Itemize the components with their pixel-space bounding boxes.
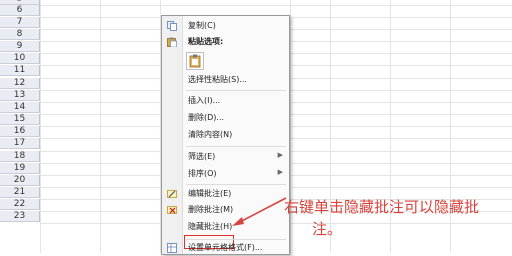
- menu-item-copy[interactable]: 复制(C): [162, 18, 290, 34]
- paste-option-button[interactable]: [186, 52, 204, 70]
- menu-item-sort[interactable]: 排序(O) ▶: [162, 166, 290, 182]
- copy-icon: [167, 21, 177, 31]
- menu-item-label: 筛选(E): [188, 152, 216, 161]
- annotation-text-line1: 右键单击隐藏批注可以隐藏批: [284, 198, 480, 216]
- menu-item-label: 隐藏批注(H): [188, 222, 233, 231]
- row-gridline: [40, 5, 512, 6]
- menu-item-paste-special[interactable]: 选择性粘贴(S)...: [162, 72, 290, 88]
- menu-item-label: 选择性粘贴(S)...: [188, 75, 247, 84]
- row-header[interactable]: 14: [0, 102, 40, 113]
- menu-separator: [186, 184, 286, 185]
- menu-item-label: 插入(I)...: [188, 96, 221, 105]
- menu-item-paste-options: 粘贴选项:: [162, 34, 290, 50]
- row-header[interactable]: 18: [0, 151, 40, 162]
- paste-clipboard-icon: [189, 54, 201, 68]
- menu-item-label: 编辑批注(E): [188, 189, 232, 198]
- submenu-arrow-icon: ▶: [277, 151, 283, 159]
- row-header[interactable]: 23: [0, 211, 40, 222]
- paste-icon: [167, 37, 177, 47]
- menu-item-clear-contents[interactable]: 清除内容(N): [162, 127, 290, 143]
- menu-separator: [186, 90, 286, 91]
- menu-item-label: 设置单元格格式(F)...: [188, 243, 263, 252]
- row-header[interactable]: 7: [0, 17, 40, 28]
- row-header[interactable]: 16: [0, 126, 40, 137]
- row-header[interactable]: 19: [0, 163, 40, 174]
- annotation-text-line2: 注。: [312, 220, 343, 238]
- menu-item-format-cells[interactable]: 设置单元格格式(F)...: [162, 240, 290, 256]
- row-header[interactable]: 12: [0, 78, 40, 89]
- edit-comment-icon: [167, 190, 177, 198]
- row-header[interactable]: 11: [0, 65, 40, 76]
- submenu-arrow-icon: ▶: [277, 168, 283, 176]
- row-header[interactable]: 10: [0, 53, 40, 64]
- row-header[interactable]: 9: [0, 41, 40, 52]
- menu-item-label: 删除批注(M): [188, 205, 234, 214]
- menu-item-label: 复制(C): [188, 21, 216, 30]
- menu-item-label: 粘贴选项:: [188, 37, 224, 46]
- row-header[interactable]: 20: [0, 175, 40, 186]
- row-header[interactable]: 22: [0, 199, 40, 210]
- row-header[interactable]: 6: [0, 5, 40, 16]
- row-header[interactable]: 17: [0, 138, 40, 149]
- menu-item-insert[interactable]: 插入(I)...: [162, 93, 290, 109]
- menu-item-filter[interactable]: 筛选(E) ▶: [162, 149, 290, 165]
- menu-item-label: 排序(O): [188, 169, 217, 178]
- menu-item-delete[interactable]: 删除(D)...: [162, 110, 290, 126]
- row-header[interactable]: 21: [0, 187, 40, 198]
- menu-item-label: 删除(D)...: [188, 113, 225, 122]
- menu-item-label: 清除内容(N): [188, 130, 233, 139]
- row-header[interactable]: 13: [0, 90, 40, 101]
- delete-comment-icon: [167, 206, 177, 214]
- row-header[interactable]: 15: [0, 114, 40, 125]
- format-cells-icon: [167, 243, 177, 253]
- menu-separator: [186, 146, 286, 147]
- row-header[interactable]: 8: [0, 29, 40, 40]
